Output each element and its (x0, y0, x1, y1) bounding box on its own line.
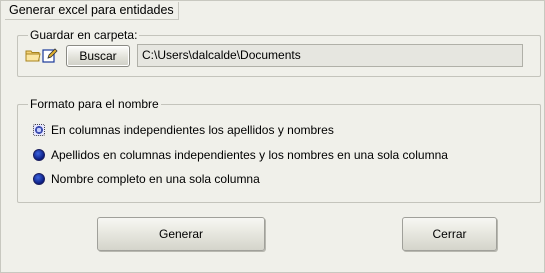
format-option-label: Apellidos en columnas independientes y l… (51, 148, 448, 162)
close-button[interactable]: Cerrar (402, 217, 497, 251)
folder-group: Guardar en carpeta: Buscar C:\Users\dalc… (17, 28, 541, 77)
format-option-label: En columnas independientes los apellidos… (51, 123, 334, 137)
browse-button[interactable]: Buscar (66, 45, 130, 67)
format-option-label: Nombre completo en una sola columna (51, 172, 260, 186)
dialog-window: Generar excel para entidades Guardar en … (0, 0, 545, 273)
window-title: Generar excel para entidades (5, 2, 179, 20)
folder-path-field[interactable]: C:\Users\dalcalde\Documents (137, 44, 523, 67)
generate-button[interactable]: Generar (97, 217, 265, 251)
folder-icon[interactable] (25, 47, 41, 63)
folder-group-legend: Guardar en carpeta: (28, 28, 140, 42)
radio-separate-columns[interactable] (33, 124, 45, 136)
name-format-legend: Formato para el nombre (28, 97, 161, 111)
radio-full-name[interactable] (33, 173, 45, 185)
edit-icon[interactable] (42, 47, 58, 63)
radio-surnames-separate[interactable] (33, 149, 45, 161)
